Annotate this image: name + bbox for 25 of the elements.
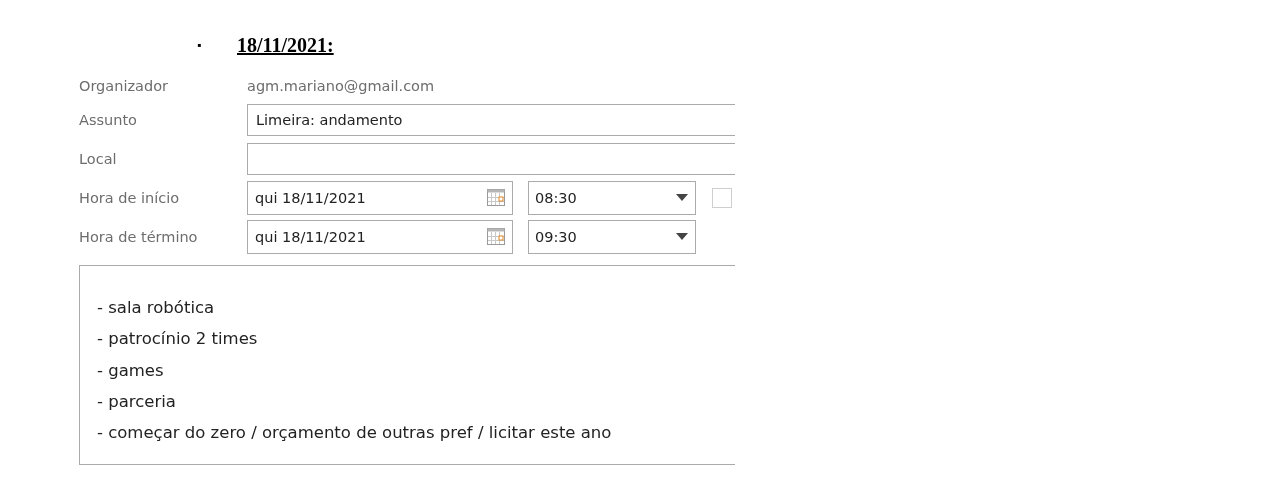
dropdown-caret-icon bbox=[676, 233, 688, 240]
note-line: - parceria bbox=[97, 390, 176, 413]
subject-field[interactable]: Limeira: andamento bbox=[247, 103, 735, 136]
bullet: ▪ bbox=[197, 37, 203, 53]
time-dropdown[interactable]: 08:30 bbox=[528, 180, 696, 215]
checkbox[interactable] bbox=[712, 187, 732, 208]
note-line: - começar do zero / orçamento de outras pref / licitar este ano bbox=[97, 422, 612, 445]
date-field[interactable]: qui 18/11/2021 bbox=[247, 219, 513, 254]
calendar-icon[interactable] bbox=[487, 189, 505, 206]
note-line: - games bbox=[97, 359, 164, 382]
field-label: Hora de término bbox=[79, 228, 199, 245]
field-label: Organizador bbox=[79, 78, 169, 94]
organizer-email: agm.mariano@gmail.com bbox=[247, 78, 435, 94]
field-label: Hora de início bbox=[79, 189, 181, 206]
field-label: Local bbox=[79, 150, 118, 167]
calendar-icon[interactable] bbox=[487, 228, 505, 245]
note-line: - sala robótica bbox=[97, 297, 215, 319]
location-field[interactable] bbox=[247, 142, 735, 175]
message-body[interactable]: - sala robótica - patrocínio 2 times - games - parceria - começar do zero / orçamento de outras pref / licitar este ano bbox=[79, 265, 735, 465]
dropdown-caret-icon bbox=[676, 194, 688, 201]
note-line: - patrocínio 2 times bbox=[97, 328, 258, 351]
date-field[interactable]: qui 18/11/2021 bbox=[247, 180, 513, 215]
date-heading: 18/11/2021: bbox=[237, 33, 334, 57]
field-label: Assunto bbox=[79, 111, 138, 128]
time-dropdown[interactable]: 09:30 bbox=[528, 219, 696, 254]
